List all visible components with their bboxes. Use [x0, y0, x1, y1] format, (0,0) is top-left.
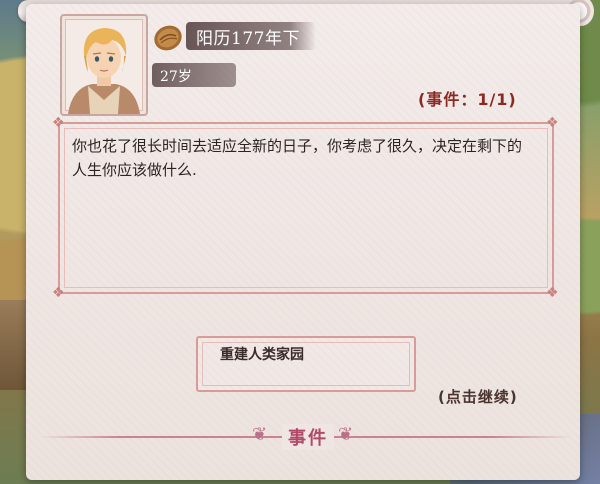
frame-corner-ornament: ❖: [546, 115, 559, 131]
event-description: 你也花了很长时间去适应全新的日子，你考虑了很久，决定在剩下的人生你应该做什么.: [72, 137, 523, 179]
choice-button[interactable]: 重建人类家园: [196, 336, 416, 392]
coin-icon: [154, 25, 182, 51]
frame-corner-ornament: ❖: [52, 285, 65, 301]
continue-prompt[interactable]: (点击继续): [438, 386, 518, 407]
footer-title: 事件: [282, 424, 334, 450]
character-age: 27岁: [160, 69, 192, 85]
frame-corner-ornament: ❖: [52, 115, 65, 131]
portrait-avatar: [68, 28, 140, 114]
footer-ornament-right: ❦: [338, 424, 354, 445]
frame-corner-ornament: ❖: [546, 285, 559, 301]
choice-label: 重建人类家园: [220, 347, 304, 363]
calendar-date: 阳历177年下: [196, 29, 300, 49]
event-counter: (事件：1/1): [418, 90, 517, 109]
character-portrait: [60, 14, 148, 116]
footer-ornament-left: ❦: [252, 424, 268, 445]
